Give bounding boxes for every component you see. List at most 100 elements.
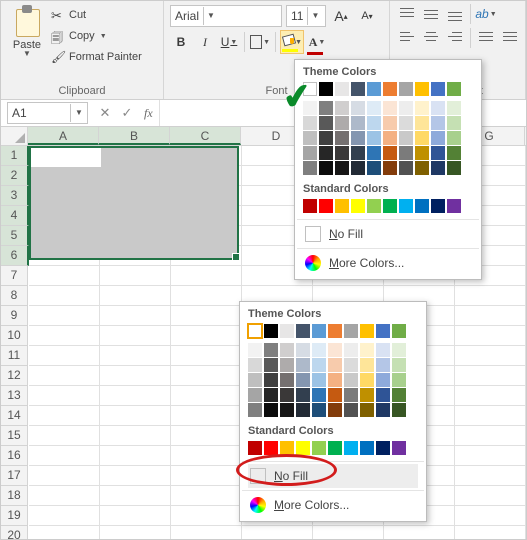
color-swatch[interactable] (335, 131, 349, 145)
align-right-button[interactable] (444, 27, 466, 49)
color-swatch[interactable] (351, 131, 365, 145)
color-swatch[interactable] (335, 161, 349, 175)
color-swatch[interactable] (312, 388, 326, 402)
fx-button[interactable]: fx (138, 106, 159, 121)
color-swatch[interactable] (319, 199, 333, 213)
color-swatch[interactable] (264, 358, 278, 372)
color-swatch[interactable] (392, 441, 406, 455)
color-swatch[interactable] (303, 131, 317, 145)
cut-button[interactable]: Cut (51, 5, 142, 25)
color-swatch[interactable] (383, 82, 397, 96)
color-swatch[interactable] (431, 161, 445, 175)
color-swatch[interactable] (335, 116, 349, 130)
color-swatch[interactable] (351, 82, 365, 96)
color-swatch[interactable] (392, 343, 406, 357)
color-swatch[interactable] (280, 373, 294, 387)
cancel-formula-button[interactable]: ✕ (94, 105, 116, 121)
color-swatch[interactable] (360, 324, 374, 338)
color-swatch[interactable] (367, 161, 381, 175)
color-swatch[interactable] (415, 161, 429, 175)
color-swatch[interactable] (351, 146, 365, 160)
color-swatch[interactable] (447, 146, 461, 160)
color-swatch[interactable] (415, 199, 429, 213)
color-swatch[interactable] (360, 403, 374, 417)
color-swatch[interactable] (319, 131, 333, 145)
copy-button[interactable]: Copy▼ (51, 26, 142, 46)
color-swatch[interactable] (399, 161, 413, 175)
color-swatch[interactable] (376, 373, 390, 387)
underline-button[interactable]: U▼ (218, 31, 240, 53)
color-swatch[interactable] (344, 403, 358, 417)
color-swatch[interactable] (447, 131, 461, 145)
color-swatch[interactable] (376, 324, 390, 338)
color-swatch[interactable] (335, 101, 349, 115)
font-size-combo[interactable]: 11▼ (286, 5, 326, 27)
color-swatch[interactable] (447, 101, 461, 115)
row-header[interactable]: 3 (1, 186, 29, 206)
fill-color-button[interactable]: ▼ (280, 30, 304, 54)
color-swatch[interactable] (367, 116, 381, 130)
more-colors-item[interactable]: More Colors... (248, 493, 418, 517)
color-swatch[interactable] (328, 358, 342, 372)
color-swatch[interactable] (376, 403, 390, 417)
color-swatch[interactable] (383, 146, 397, 160)
color-swatch[interactable] (431, 101, 445, 115)
color-swatch[interactable] (319, 116, 333, 130)
color-swatch[interactable] (360, 441, 374, 455)
row-header[interactable]: 10 (1, 326, 28, 346)
color-swatch[interactable] (367, 101, 381, 115)
color-swatch[interactable] (248, 358, 262, 372)
format-painter-button[interactable]: Format Painter (51, 47, 142, 67)
row-header[interactable]: 6 (1, 246, 29, 266)
increase-indent-button[interactable] (499, 27, 521, 49)
color-swatch[interactable] (264, 403, 278, 417)
color-swatch[interactable] (303, 199, 317, 213)
bold-button[interactable]: B (170, 31, 192, 53)
color-swatch[interactable] (248, 343, 262, 357)
row-header[interactable]: 16 (1, 446, 28, 466)
color-swatch[interactable] (360, 358, 374, 372)
color-swatch[interactable] (248, 373, 262, 387)
color-swatch[interactable] (399, 199, 413, 213)
row-header[interactable]: 4 (1, 206, 29, 226)
font-color-button[interactable]: A▼ (306, 31, 328, 53)
color-swatch[interactable] (431, 199, 445, 213)
color-swatch[interactable] (415, 101, 429, 115)
color-swatch[interactable] (248, 441, 262, 455)
row-header[interactable]: 19 (1, 506, 28, 526)
row-header[interactable]: 14 (1, 406, 28, 426)
row-header[interactable]: 18 (1, 486, 28, 506)
color-swatch[interactable] (280, 343, 294, 357)
color-swatch[interactable] (431, 146, 445, 160)
color-swatch[interactable] (392, 358, 406, 372)
row-header[interactable]: 12 (1, 366, 28, 386)
column-header[interactable]: B (99, 127, 170, 145)
color-swatch[interactable] (312, 373, 326, 387)
color-swatch[interactable] (303, 146, 317, 160)
color-swatch[interactable] (415, 82, 429, 96)
select-all-corner[interactable] (1, 127, 28, 145)
color-swatch[interactable] (447, 116, 461, 130)
color-swatch[interactable] (399, 116, 413, 130)
color-swatch[interactable] (376, 441, 390, 455)
color-swatch[interactable] (415, 146, 429, 160)
align-left-button[interactable] (396, 27, 418, 49)
color-swatch[interactable] (303, 116, 317, 130)
color-swatch[interactable] (328, 324, 342, 338)
color-swatch[interactable] (447, 82, 461, 96)
color-swatch[interactable] (367, 146, 381, 160)
color-swatch[interactable] (367, 82, 381, 96)
color-swatch[interactable] (351, 116, 365, 130)
paste-button[interactable]: Paste ▼ (7, 3, 47, 67)
color-swatch[interactable] (351, 161, 365, 175)
color-swatch[interactable] (344, 324, 358, 338)
color-swatch[interactable] (328, 373, 342, 387)
color-swatch[interactable] (264, 343, 278, 357)
color-swatch[interactable] (328, 403, 342, 417)
color-swatch[interactable] (280, 388, 294, 402)
color-swatch[interactable] (248, 403, 262, 417)
color-swatch[interactable] (264, 324, 278, 338)
fill-handle[interactable] (232, 253, 240, 261)
color-swatch[interactable] (399, 131, 413, 145)
row-header[interactable]: 1 (1, 146, 29, 166)
